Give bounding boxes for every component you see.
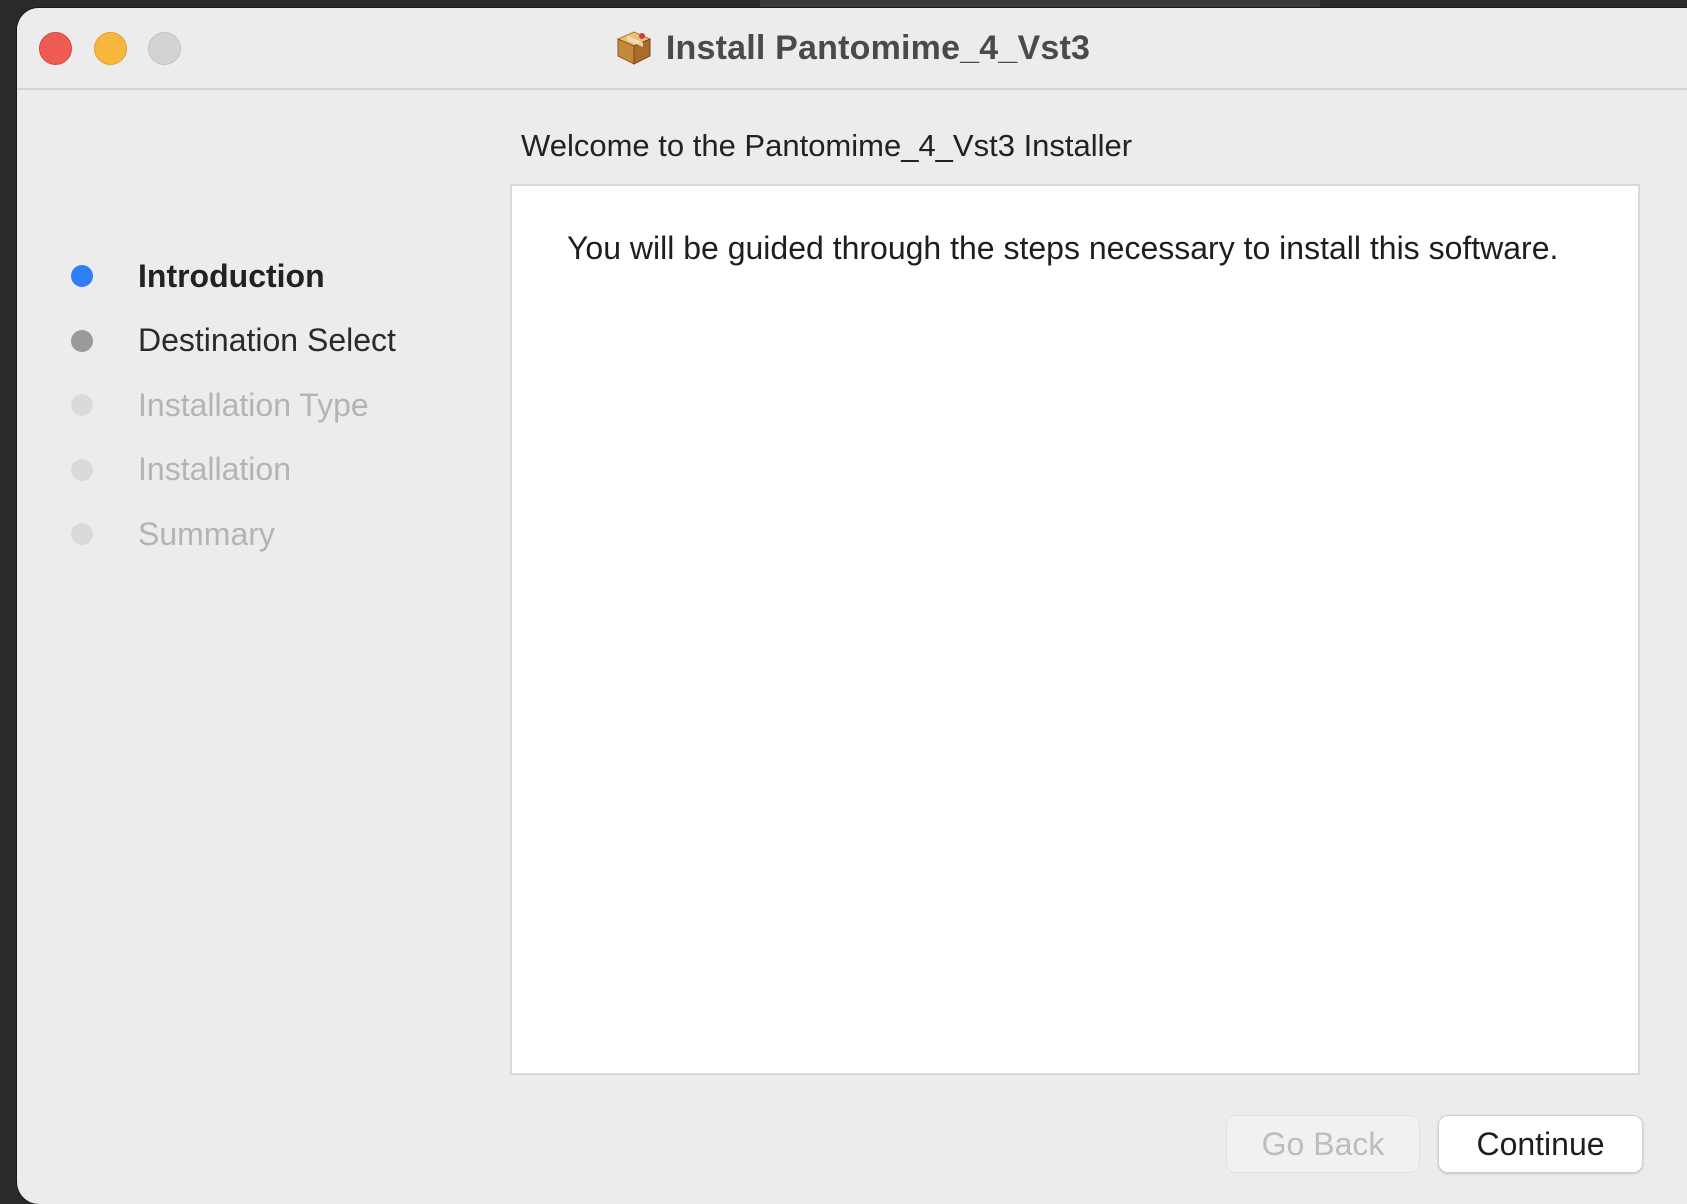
step-label: Summary — [138, 515, 275, 552]
window-title: Install Pantomime_4_Vst3 — [665, 28, 1091, 67]
step-label: Installation — [138, 451, 291, 488]
window-title-group: Install Pantomime_4_Vst3 — [17, 8, 1687, 88]
step-indicator-icon — [71, 265, 93, 288]
content-panel[interactable]: You will be guided through the steps nec… — [510, 184, 1640, 1075]
step-introduction: Introduction — [65, 244, 485, 309]
step-indicator-icon — [71, 329, 93, 352]
step-summary: Summary — [65, 502, 485, 567]
step-installation-type: Installation Type — [65, 373, 485, 438]
step-indicator-icon — [71, 523, 93, 546]
page-heading: Welcome to the Pantomime_4_Vst3 Installe… — [521, 128, 1133, 163]
step-indicator-icon — [71, 458, 93, 481]
title-bar[interactable]: Install Pantomime_4_Vst3 — [17, 8, 1687, 90]
continue-button[interactable]: Continue — [1438, 1115, 1643, 1173]
step-label: Installation Type — [138, 386, 369, 423]
step-indicator-icon — [71, 394, 93, 417]
intro-text: You will be guided through the steps nec… — [567, 230, 1559, 266]
steps-sidebar: Introduction Destination Select Installa… — [65, 244, 485, 567]
step-installation: Installation — [65, 438, 485, 503]
installer-window: Install Pantomime_4_Vst3 Welcome to the … — [17, 8, 1687, 1204]
step-label: Destination Select — [138, 322, 396, 359]
background-window-edge — [760, 0, 1320, 8]
step-destination-select: Destination Select — [65, 309, 485, 374]
go-back-button[interactable]: Go Back — [1226, 1115, 1420, 1173]
package-icon — [616, 31, 652, 65]
step-label: Introduction — [138, 257, 325, 294]
